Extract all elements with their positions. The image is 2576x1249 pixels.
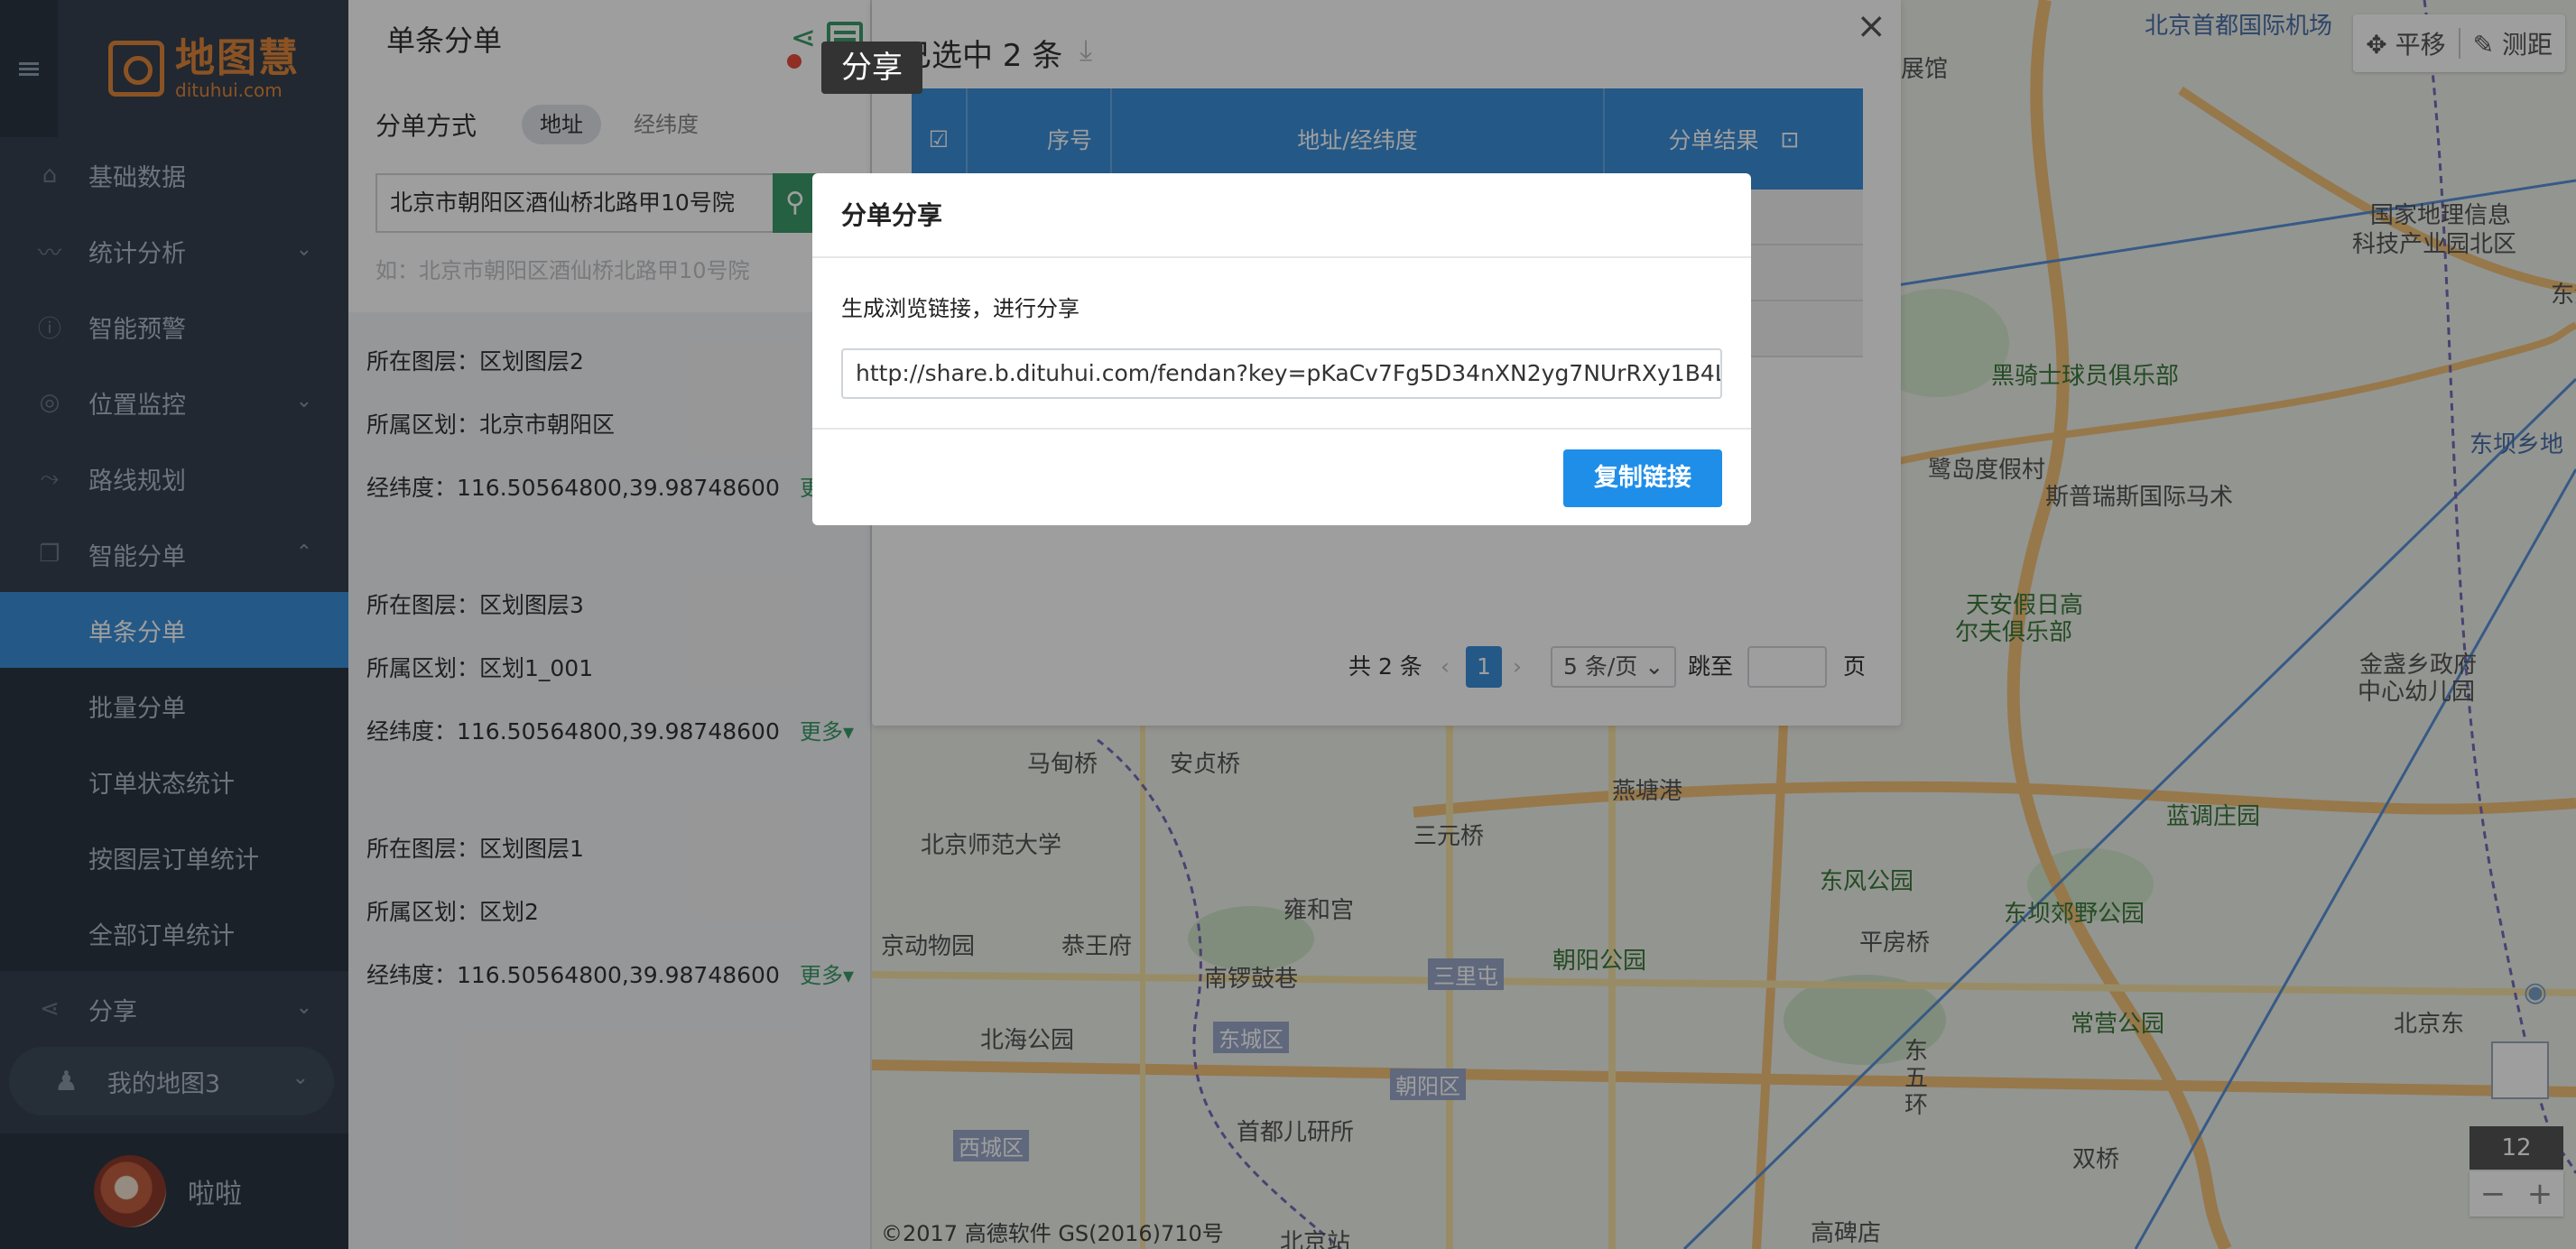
modal-description: 生成浏览链接，进行分享 <box>841 296 1080 321</box>
modal-title: 分单分享 <box>812 173 1751 258</box>
copy-link-button[interactable]: 复制链接 <box>1563 449 1722 507</box>
share-tooltip: 分享 <box>821 42 922 94</box>
modal-footer: 复制链接 <box>812 428 1751 525</box>
share-modal: 分单分享 生成浏览链接，进行分享 http://share.b.dituhui.… <box>812 173 1751 525</box>
share-link-field[interactable]: http://share.b.dituhui.com/fendan?key=pK… <box>841 348 1722 399</box>
